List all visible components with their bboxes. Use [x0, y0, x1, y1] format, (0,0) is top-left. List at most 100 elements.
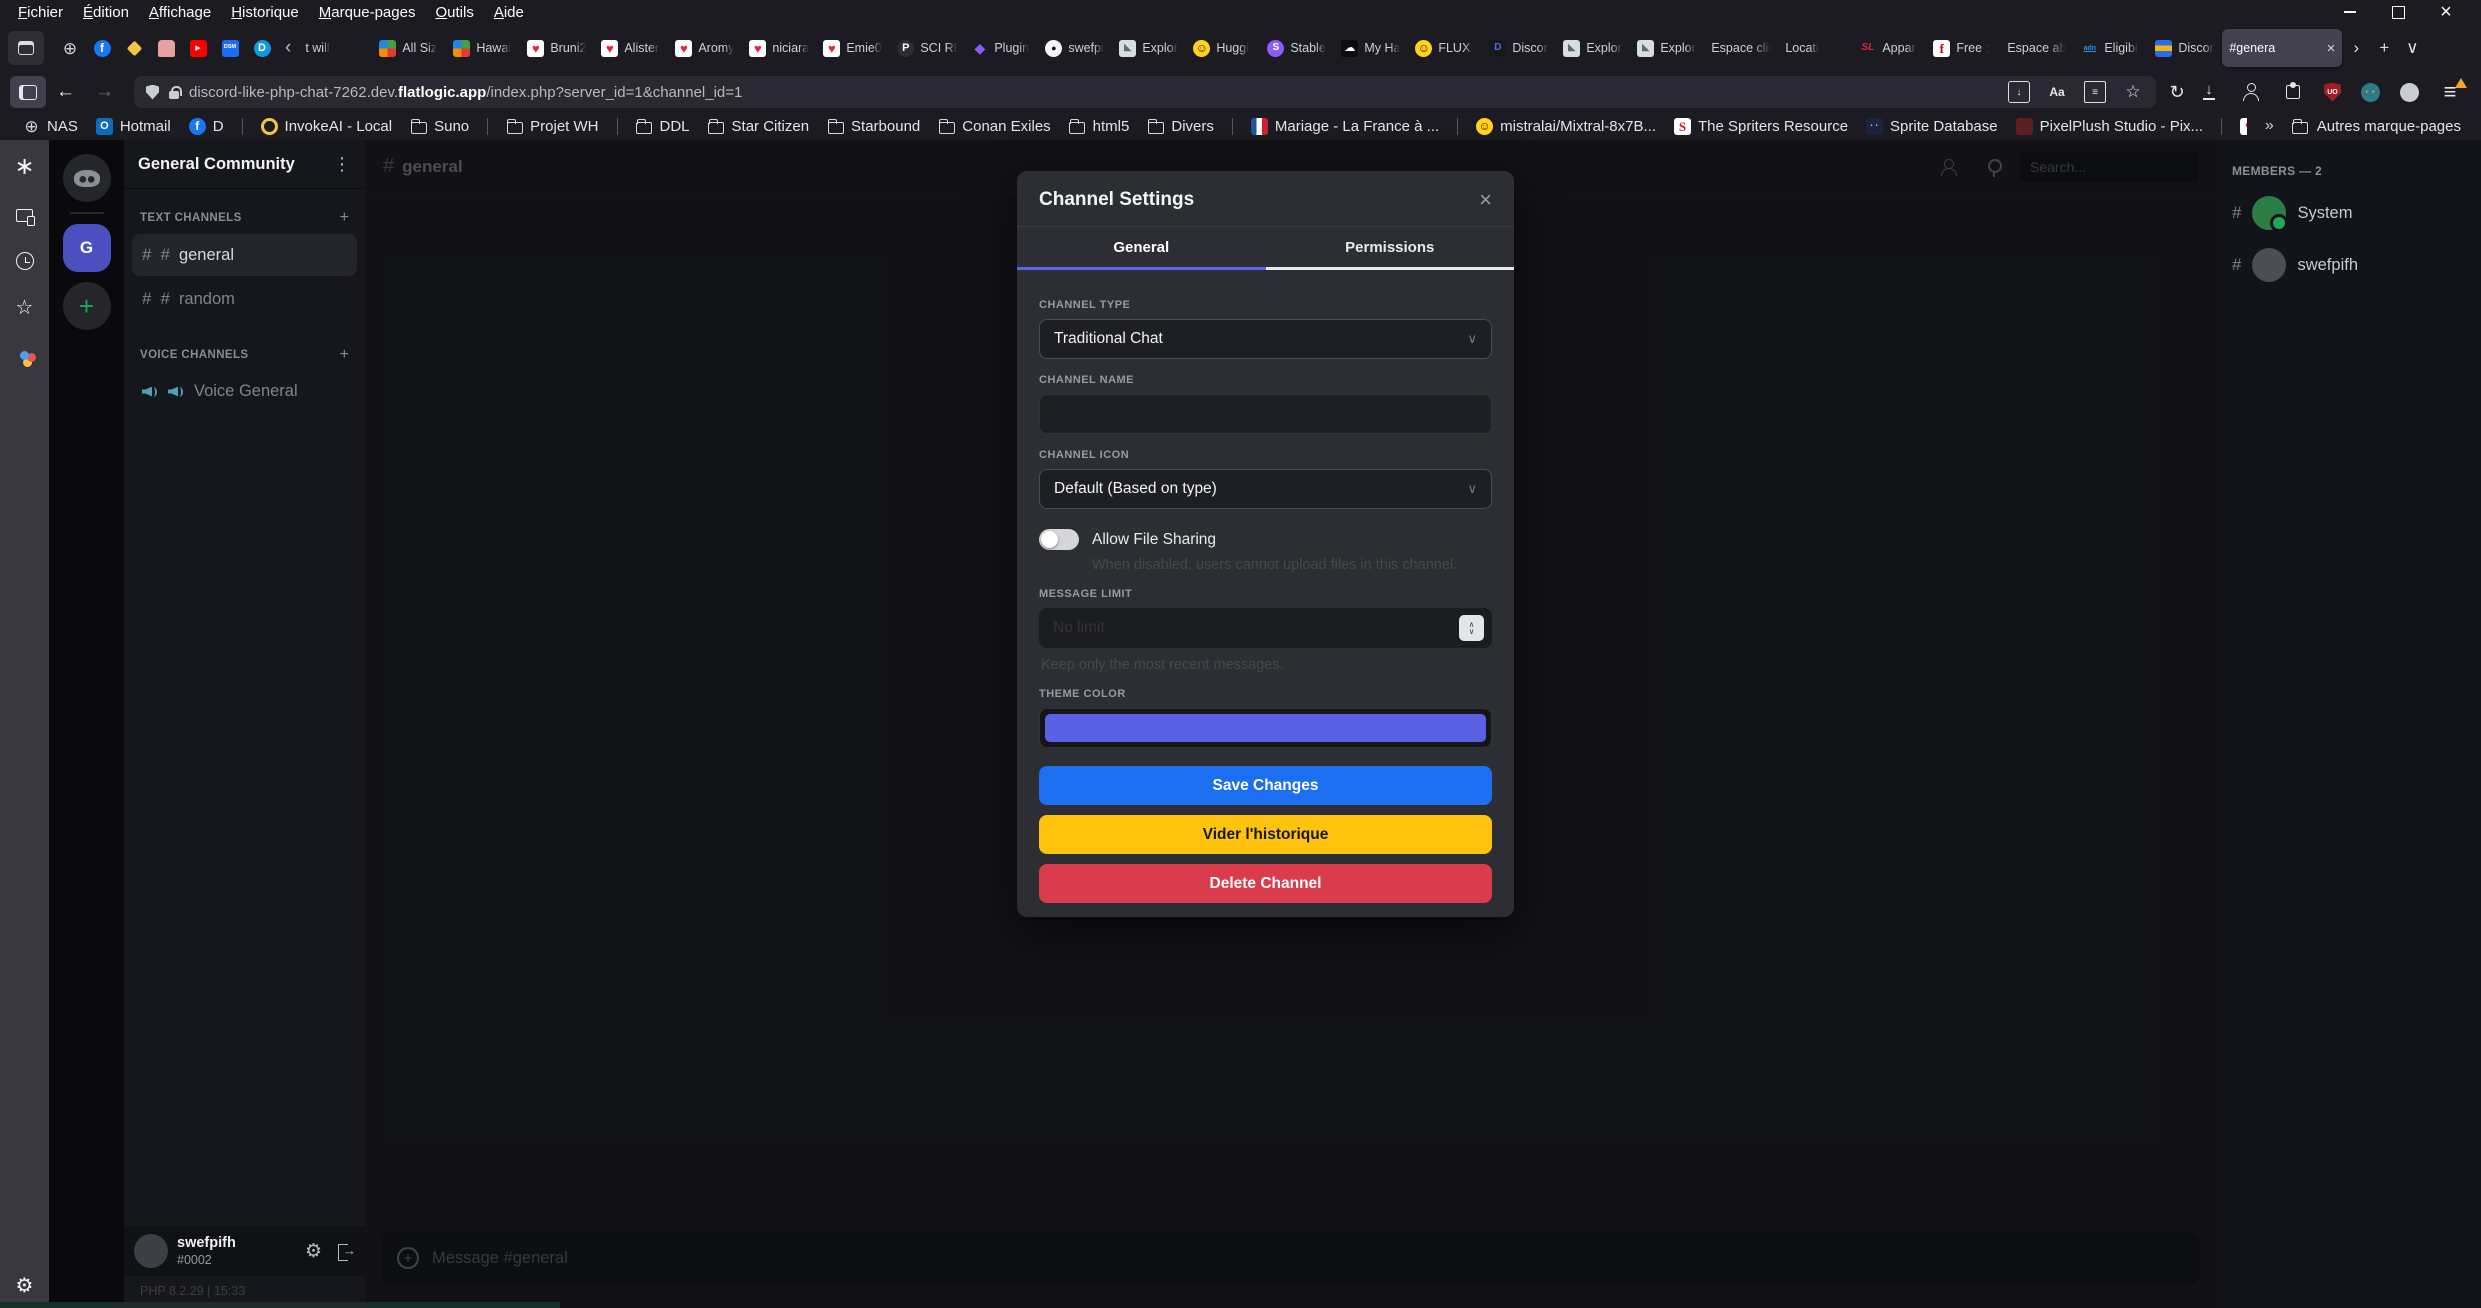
voice-channel-item[interactable]: Voice General [132, 371, 357, 412]
delete-channel-button[interactable]: Delete Channel [1039, 864, 1492, 903]
menu-item[interactable]: Historique [221, 4, 309, 21]
browser-tab[interactable]: All Siz [372, 29, 446, 67]
maximize-icon[interactable] [2389, 3, 2407, 21]
settings-gear-icon[interactable] [14, 1274, 36, 1296]
app-menu-icon[interactable] [2439, 81, 2461, 103]
pinned-tab[interactable] [86, 31, 118, 65]
containers-icon[interactable] [14, 344, 36, 366]
browser-tab[interactable]: SCI RE [890, 29, 964, 67]
browser-tab[interactable]: My Ha [1334, 29, 1408, 67]
active-tab[interactable]: #genera × [2222, 29, 2342, 67]
bookmark-item[interactable]: InvokeAI - Local [242, 118, 402, 135]
browser-tab[interactable]: Aromy [668, 29, 742, 67]
browser-tab[interactable]: FLUX. [1408, 29, 1482, 67]
message-limit-input[interactable] [1039, 608, 1492, 648]
reader-view-icon[interactable] [2084, 81, 2106, 103]
browser-tab[interactable]: Huggi [1186, 29, 1260, 67]
bookmark-item[interactable]: NAS [14, 118, 87, 135]
file-sharing-toggle[interactable] [1039, 529, 1079, 550]
bookmark-item[interactable]: Sprite Database [1857, 118, 2007, 135]
lock-icon[interactable] [168, 85, 180, 100]
pinned-tab[interactable] [214, 31, 246, 65]
browser-tab[interactable]: Locati [1778, 29, 1852, 67]
firefox-view-button[interactable] [8, 31, 44, 65]
forward-button[interactable]: → [85, 81, 124, 103]
bookmark-item[interactable]: Star Citizen [699, 118, 819, 135]
channel-type-select[interactable]: Traditional Chat ∨ [1039, 319, 1492, 359]
list-all-tabs-icon[interactable]: ∨ [2398, 33, 2426, 63]
ublock-shield-icon[interactable] [2324, 83, 2341, 102]
account-icon[interactable] [2240, 81, 2262, 103]
ai-chat-icon[interactable] [14, 156, 36, 178]
browser-tab[interactable]: Plugin [964, 29, 1038, 67]
add-channel-icon[interactable]: + [340, 346, 349, 364]
new-tab-button[interactable]: + [2370, 33, 2398, 63]
server-button[interactable]: G [63, 224, 111, 272]
browser-tab[interactable]: t will [298, 29, 372, 67]
scroll-tabs-left-icon[interactable]: ‹ [278, 37, 298, 59]
bookmark-item[interactable]: Suno [401, 118, 478, 135]
pinned-tab[interactable] [182, 31, 214, 65]
browser-tab[interactable]: Stable [1260, 29, 1334, 67]
channel-icon-select[interactable]: Default (Based on type) ∨ [1039, 469, 1492, 509]
bookmark-item[interactable]: Hotmail [87, 118, 180, 135]
logout-icon[interactable] [338, 1244, 355, 1259]
server-menu-icon[interactable]: ⋮ [333, 154, 351, 175]
browser-tab[interactable]: Explor [1630, 29, 1704, 67]
bookmark-item[interactable]: DDL [617, 118, 699, 135]
menu-item[interactable]: Fichier [8, 4, 73, 21]
clear-history-button[interactable]: Vider l'historique [1039, 815, 1492, 854]
home-server-button[interactable] [63, 154, 111, 202]
browser-tab[interactable]: swefpi [1038, 29, 1112, 67]
ghost-extension-icon[interactable] [2400, 83, 2419, 102]
bookmark-item[interactable]: Starbound [818, 118, 929, 135]
tab-permissions[interactable]: Permissions [1266, 227, 1515, 270]
browser-tab[interactable]: Appar [1852, 29, 1926, 67]
bookmark-item[interactable]: The Spriters Resource [1665, 118, 1857, 135]
pinned-tab[interactable] [150, 31, 182, 65]
bookmark-item[interactable]: Projet WH [487, 118, 607, 135]
extensions-icon[interactable] [2282, 81, 2304, 103]
browser-tab[interactable]: Free : [1926, 29, 2000, 67]
number-spinner[interactable]: ∧∨ [1459, 615, 1484, 641]
back-button[interactable]: ← [46, 81, 85, 103]
url-bar[interactable]: discord-like-php-chat-7262.dev.flatlogic… [134, 76, 2156, 108]
history-icon[interactable] [16, 252, 34, 270]
refresh-icon[interactable] [2166, 81, 2188, 103]
browser-tab[interactable]: Hawai [446, 29, 520, 67]
channel-name-input[interactable] [1039, 394, 1492, 434]
add-channel-icon[interactable]: + [340, 209, 349, 227]
browser-tab[interactable]: Discor [2148, 29, 2222, 67]
add-server-button[interactable]: + [63, 282, 111, 330]
save-page-icon[interactable] [2008, 81, 2030, 103]
user-settings-gear-icon[interactable] [305, 1240, 322, 1263]
bookmark-item[interactable]: Mariage - La France à ... [1232, 118, 1448, 135]
spy-extension-icon[interactable] [2361, 83, 2380, 102]
bookmark-item[interactable]: mistralai/Mixtral-8x7B... [1457, 118, 1665, 135]
pinned-tab[interactable] [246, 31, 278, 65]
browser-tab[interactable]: Alister [594, 29, 668, 67]
bookmarks-icon[interactable] [14, 296, 36, 318]
minimize-icon[interactable] [2341, 3, 2359, 21]
browser-tab[interactable]: Bruni2 [520, 29, 594, 67]
menu-item[interactable]: Outils [425, 4, 483, 21]
bookmark-item[interactable]: D [180, 118, 233, 135]
bookmark-item[interactable]: Download Time Mana... [2221, 118, 2247, 135]
scroll-tabs-right-icon[interactable]: › [2342, 33, 2370, 63]
close-icon[interactable] [2437, 3, 2455, 21]
browser-tab[interactable]: Espace ab [2000, 29, 2074, 67]
bookmark-item[interactable]: PixelPlush Studio - Pix... [2007, 118, 2212, 135]
tracking-shield-icon[interactable] [146, 85, 159, 100]
browser-tab[interactable]: niciara [742, 29, 816, 67]
browser-tab[interactable]: Explor [1556, 29, 1630, 67]
menu-item[interactable]: Édition [73, 4, 139, 21]
close-tab-icon[interactable]: × [2327, 40, 2336, 57]
channel-item[interactable]: general [132, 234, 357, 276]
channel-item[interactable]: random [132, 278, 357, 320]
save-changes-button[interactable]: Save Changes [1039, 766, 1492, 805]
theme-color-input[interactable] [1039, 708, 1492, 748]
tab-general[interactable]: General [1017, 227, 1266, 270]
downloads-icon[interactable] [2198, 81, 2220, 103]
bookmark-item[interactable]: Conan Exiles [929, 118, 1059, 135]
browser-tab[interactable]: Discor [1482, 29, 1556, 67]
